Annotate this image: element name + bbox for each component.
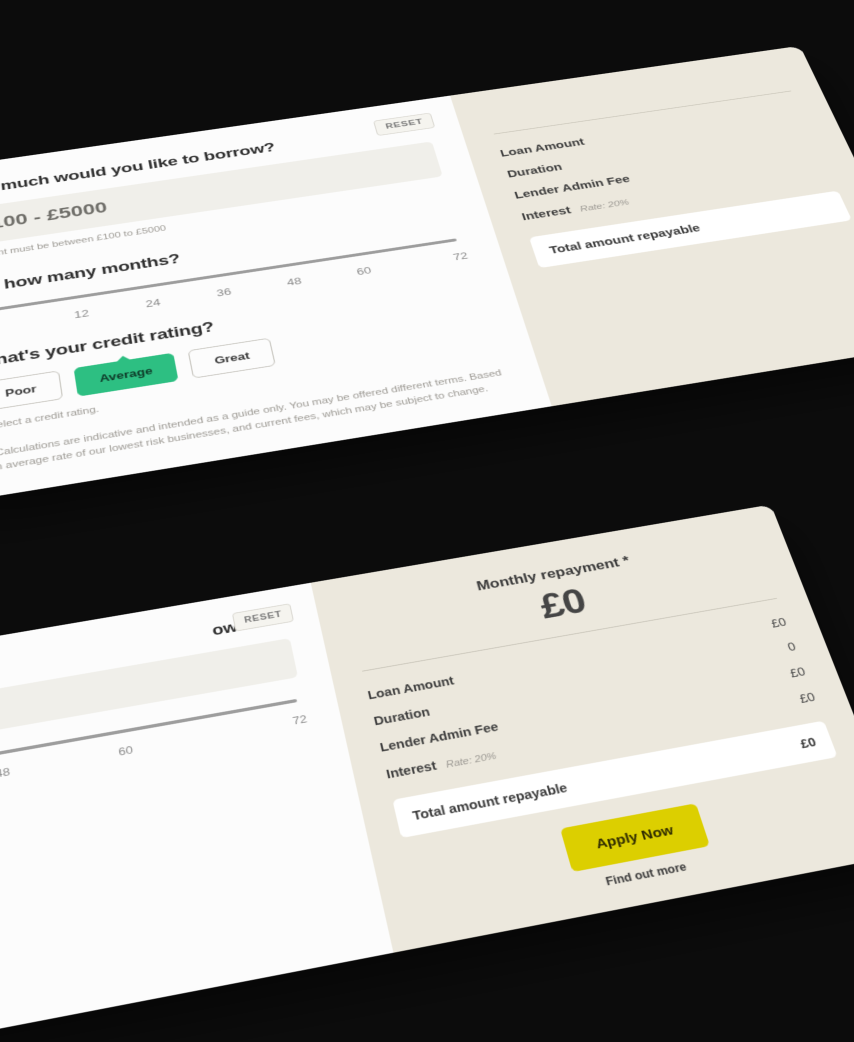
tick-12: 12: [45, 303, 119, 325]
duration-value: 0: [786, 640, 798, 654]
rating-hint: *Select a credit rating.: [0, 340, 498, 433]
interest-rate-note-2: Rate: 20%: [445, 751, 498, 770]
duration-label: Duration: [506, 161, 564, 179]
tick-24: 24: [116, 292, 189, 314]
tick-72: 72: [397, 250, 469, 271]
total-value: £0: [798, 735, 818, 751]
rating-option-great[interactable]: Great: [188, 337, 276, 378]
total-label: Total amount repayable: [411, 781, 569, 823]
interest-rate-note: Rate: 20%: [579, 198, 631, 213]
rating-option-average[interactable]: Average: [73, 352, 179, 396]
calculation-disclaimer: * Calculations are indicative and intend…: [0, 366, 510, 475]
summary-panel: Monthly repayment * £0 Loan Amount £0 Du…: [311, 505, 854, 953]
apply-now-button[interactable]: Apply Now: [560, 803, 709, 872]
duration-ticks: 0 12 24 36 48 60 72: [0, 250, 469, 336]
tick-0: 0: [0, 313, 46, 335]
find-out-more-link[interactable]: Find out more: [604, 860, 688, 888]
calculator-form: RESET How much would you like to borrow?…: [0, 96, 552, 503]
tick-60: 60: [328, 260, 400, 281]
admin-fee-value: £0: [788, 665, 807, 680]
rating-option-poor[interactable]: Poor: [0, 370, 63, 411]
interest-value: £0: [797, 690, 816, 705]
tick2-48: 48: [0, 755, 65, 790]
tick-36: 36: [187, 281, 260, 303]
summary-panel-peek: Loan Amount Duration Lender Admin Fee In…: [450, 46, 854, 406]
loan-amount-value: £0: [769, 615, 788, 630]
tick-48: 48: [258, 271, 331, 292]
disclaimer-tail: terms.: [0, 820, 331, 929]
rating-question: What's your credit rating?: [0, 278, 480, 371]
rating-question-2: g?: [0, 746, 316, 855]
